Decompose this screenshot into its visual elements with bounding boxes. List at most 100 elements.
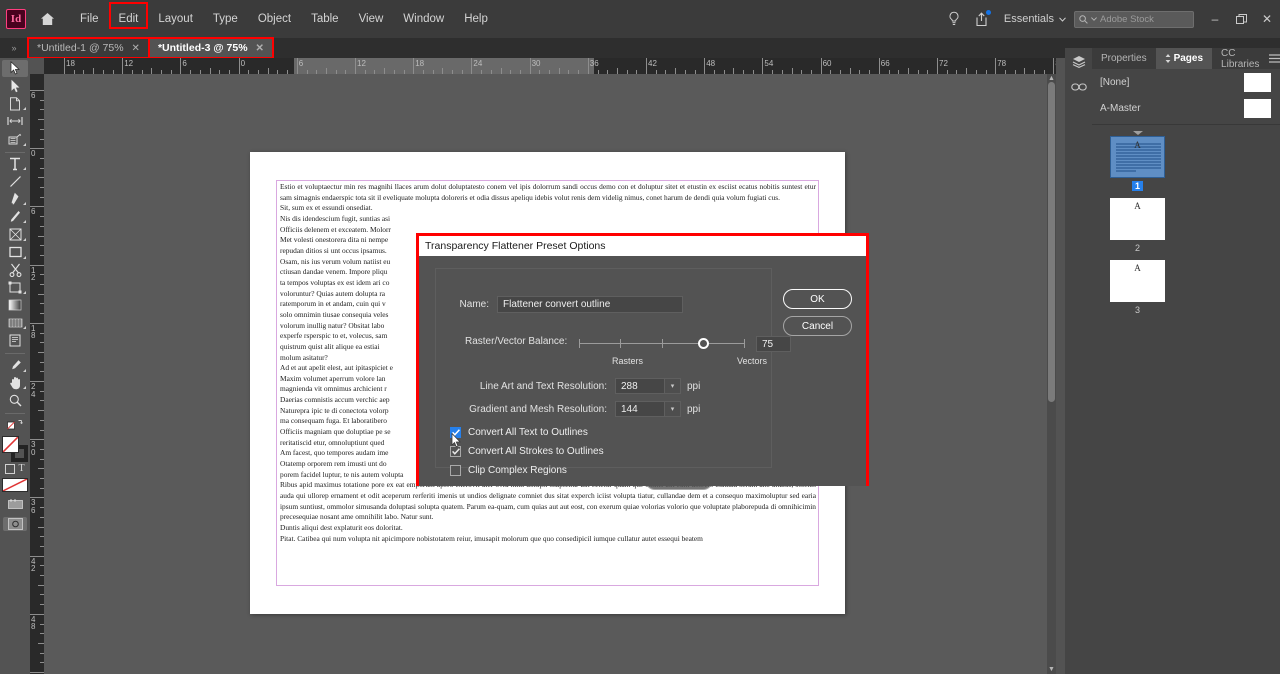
master-item-none[interactable]: [None] — [1092, 69, 1280, 95]
preset-name-input[interactable]: Flattener convert outline — [497, 296, 683, 313]
links-icon[interactable] — [1065, 74, 1092, 100]
default-fill-stroke-icon[interactable] — [2, 417, 28, 434]
scroll-up-icon[interactable]: ▲ — [1048, 75, 1055, 82]
restore-button[interactable] — [1228, 0, 1254, 38]
formatting-affects-text-icon[interactable]: T — [18, 463, 24, 474]
menu-type[interactable]: Type — [203, 9, 248, 29]
pencil-tool[interactable] — [2, 208, 28, 225]
chevron-down-icon — [1091, 17, 1097, 21]
note-tool[interactable] — [2, 332, 28, 349]
page-number[interactable]: 1 — [1131, 181, 1143, 191]
panel-menu-icon[interactable] — [1268, 48, 1280, 69]
apply-none-button[interactable] — [2, 478, 28, 493]
ruler-tick — [704, 58, 706, 74]
fill-swatch[interactable] — [2, 436, 19, 454]
page-thumbnail[interactable]: A — [1110, 136, 1165, 178]
cancel-button[interactable]: Cancel — [783, 316, 852, 336]
eyedropper-tool[interactable] — [2, 357, 28, 374]
horizontal-ruler[interactable]: 181260612182430364248546066727884 — [44, 58, 1056, 74]
balance-value-input[interactable]: 75 — [756, 336, 791, 352]
line-art-input[interactable]: 288 — [615, 378, 665, 394]
rectangle-tool[interactable] — [2, 244, 28, 261]
menu-object[interactable]: Object — [248, 9, 301, 29]
page-item-2[interactable]: A 2 — [1100, 198, 1175, 260]
master-thumbnail[interactable] — [1244, 73, 1271, 92]
page-item-1[interactable]: A 1 — [1100, 131, 1175, 198]
raster-vector-slider[interactable] — [579, 336, 747, 352]
gradient-input[interactable]: 144 — [615, 401, 665, 417]
zoom-tool[interactable] — [2, 392, 28, 409]
vertical-scrollbar[interactable]: ▲ ▼ — [1047, 74, 1056, 674]
selection-tool[interactable] — [2, 60, 28, 77]
workspace-switcher[interactable]: Essentials — [996, 13, 1074, 25]
menu-window[interactable]: Window — [393, 9, 454, 29]
menu-view[interactable]: View — [349, 9, 394, 29]
ruler-corner[interactable] — [30, 58, 44, 74]
tab-properties[interactable]: Properties — [1092, 48, 1156, 69]
free-transform-tool[interactable] — [2, 279, 28, 296]
page-item-3[interactable]: A 3 — [1100, 260, 1175, 322]
minimize-button[interactable]: – — [1202, 0, 1228, 38]
chevron-double-right-icon[interactable]: » — [0, 38, 28, 58]
gradient-dropdown-chevron-down-icon[interactable]: ▾ — [665, 401, 681, 417]
fill-stroke-swatches[interactable] — [1, 436, 29, 463]
direct-selection-tool[interactable] — [2, 78, 28, 95]
clip-complex-checkbox-row[interactable]: Clip Complex Regions — [450, 465, 567, 476]
ruler-tick — [878, 58, 880, 74]
normal-screen-mode-button[interactable] — [3, 497, 27, 511]
pages-panel: Properties Pages CC Libraries [None] A-M… — [1092, 48, 1280, 674]
page-thumbnail[interactable]: A — [1110, 198, 1165, 240]
line-art-dropdown-chevron-down-icon[interactable]: ▾ — [665, 378, 681, 394]
close-icon[interactable]: ✕ — [132, 43, 140, 54]
ok-button[interactable]: OK — [783, 289, 852, 309]
hand-tool[interactable] — [2, 375, 28, 392]
clip-complex-checkbox[interactable] — [450, 465, 461, 476]
formatting-affects-container-icon[interactable] — [5, 463, 16, 474]
scroll-down-icon[interactable]: ▼ — [1048, 666, 1055, 673]
ruler-tick — [471, 58, 473, 74]
vertical-ruler[interactable]: 6061218243036424854 — [30, 74, 44, 674]
gradient-swatch-tool[interactable] — [2, 297, 28, 314]
gradient-feather-tool[interactable] — [2, 315, 28, 332]
slider-handle[interactable] — [698, 338, 709, 349]
type-tool[interactable] — [2, 155, 28, 172]
line-tool[interactable] — [2, 173, 28, 190]
content-collector-tool[interactable] — [2, 131, 28, 148]
slider-tick — [662, 339, 663, 348]
menu-file[interactable]: File — [70, 9, 109, 29]
share-icon[interactable] — [968, 0, 996, 38]
tool-flyout-indicator — [23, 107, 26, 111]
convert-text-checkbox-row[interactable]: Convert All Text to Outlines — [450, 427, 588, 438]
scissors-tool[interactable] — [2, 262, 28, 279]
lightbulb-icon[interactable] — [940, 0, 968, 38]
layers-icon[interactable] — [1065, 48, 1092, 74]
close-button[interactable]: ✕ — [1254, 0, 1280, 38]
tab-cc-libraries[interactable]: CC Libraries — [1212, 48, 1268, 70]
pen-tool[interactable] — [2, 191, 28, 208]
tab-untitled-1[interactable]: *Untitled-1 @ 75% ✕ — [27, 37, 150, 59]
search-input[interactable]: Adobe Stock — [1074, 10, 1194, 28]
transparency-flattener-dialog: Transparency Flattener Preset Options Na… — [416, 233, 869, 486]
page-number[interactable]: 3 — [1132, 305, 1143, 315]
home-icon[interactable] — [32, 12, 62, 26]
gap-tool[interactable] — [2, 113, 28, 130]
menu-table[interactable]: Table — [301, 9, 349, 29]
page-tool[interactable] — [2, 95, 28, 112]
convert-strokes-checkbox-row[interactable]: Convert All Strokes to Outlines — [450, 446, 604, 457]
menu-layout[interactable]: Layout — [148, 9, 203, 29]
convert-strokes-checkbox[interactable] — [450, 446, 461, 457]
master-thumbnail[interactable] — [1244, 99, 1271, 118]
menu-edit[interactable]: Edit — [108, 2, 149, 29]
frame-tool[interactable] — [2, 226, 28, 243]
preview-screen-mode-button[interactable] — [3, 516, 27, 531]
tab-pages[interactable]: Pages — [1155, 48, 1213, 69]
master-item-a-master[interactable]: A-Master — [1092, 95, 1280, 121]
search-icon — [1079, 14, 1088, 24]
close-icon[interactable]: ✕ — [256, 43, 264, 54]
convert-text-checkbox[interactable] — [450, 427, 461, 438]
scrollbar-thumb[interactable] — [1048, 82, 1055, 402]
tab-untitled-3[interactable]: *Untitled-3 @ 75% ✕ — [147, 37, 274, 59]
page-number[interactable]: 2 — [1132, 243, 1143, 253]
menu-help[interactable]: Help — [454, 9, 498, 29]
page-thumbnail[interactable]: A — [1110, 260, 1165, 302]
